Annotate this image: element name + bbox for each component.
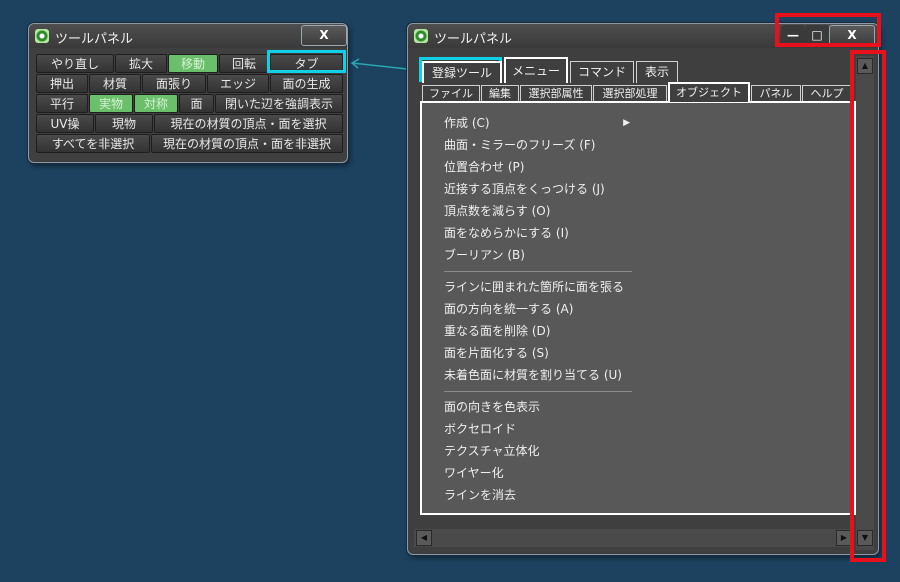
app-icon xyxy=(35,29,49,43)
menu-item-smooth[interactable]: 面をなめらかにする (I) xyxy=(444,223,569,243)
horizontal-scrollbar[interactable]: ◀ ▶ xyxy=(414,529,854,547)
zoom-button[interactable]: 拡大 xyxy=(115,54,167,73)
face-generate-button[interactable]: 面の生成 xyxy=(270,74,343,93)
face-fill-button[interactable]: 面張り xyxy=(142,74,206,93)
menu-item-create[interactable]: 作成 (C) ▶ xyxy=(444,113,630,133)
menu-item-align[interactable]: 位置合わせ (P) xyxy=(444,157,524,177)
left-tool-panel: ツールパネル X やり直し 拡大 移動 回転 タブ 押出 材質 面張り エッジ … xyxy=(28,23,348,163)
menu-item-boolean[interactable]: ブーリアン (B) xyxy=(444,245,525,265)
highlight-vertical-scrollbar xyxy=(850,50,886,562)
app-icon xyxy=(414,29,428,43)
menu-item-assign-material[interactable]: 未着色面に材質を割り当てる (U) xyxy=(444,365,622,385)
tab-registered-tools[interactable]: 登録ツール xyxy=(422,61,502,83)
menu-item-texture-3d[interactable]: テクスチャ立体化 xyxy=(444,441,540,461)
menu-item-wireframe[interactable]: ワイヤー化 xyxy=(444,463,504,483)
submenu-arrow-icon: ▶ xyxy=(623,118,630,128)
real-toggle[interactable]: 実物 xyxy=(89,94,133,113)
close-button[interactable]: X xyxy=(301,25,347,46)
extrude-button[interactable]: 押出 xyxy=(36,74,88,93)
tab-selection-attributes[interactable]: 選択部属性 xyxy=(520,85,592,102)
deselect-all-button[interactable]: すべてを非選択 xyxy=(36,134,150,153)
close-icon: X xyxy=(319,28,329,42)
tab-file[interactable]: ファイル xyxy=(422,85,480,102)
highlight-tab-button xyxy=(267,50,346,73)
tab-panel[interactable]: パネル xyxy=(751,85,801,102)
tab-menu[interactable]: メニュー xyxy=(504,57,568,83)
scroll-right-icon: ▶ xyxy=(840,533,848,542)
highlight-window-controls xyxy=(775,13,881,47)
menu-item-delete-overlapping[interactable]: 重なる面を削除 (D) xyxy=(444,321,550,341)
parallel-button[interactable]: 平行 xyxy=(36,94,88,113)
menu-item-merge-vertices[interactable]: 近接する頂点をくっつける (J) xyxy=(444,179,605,199)
menu-separator xyxy=(444,271,632,272)
tab-command[interactable]: コマンド xyxy=(570,61,634,83)
highlight-open-edges-button[interactable]: 閉いた辺を強調表示 xyxy=(215,94,343,113)
tab-help[interactable]: ヘルプ xyxy=(802,85,852,102)
menu-item-voxeloid[interactable]: ボクセロイド xyxy=(444,419,516,439)
uv-button[interactable]: UV操 xyxy=(36,114,94,133)
menu-item-erase-lines[interactable]: ラインを消去 xyxy=(444,485,516,505)
tab-edit[interactable]: 編集 xyxy=(481,85,519,102)
actual-button[interactable]: 現物 xyxy=(95,114,153,133)
menu-item-fill-enclosed[interactable]: ラインに囲まれた箇所に面を張る xyxy=(444,277,624,297)
deselect-current-material-button[interactable]: 現在の材質の頂点・面を非選択 xyxy=(151,134,343,153)
redo-button[interactable]: やり直し xyxy=(36,54,114,73)
menu-item-unify-normals[interactable]: 面の方向を統一する (A) xyxy=(444,299,573,319)
left-panel-titlebar[interactable]: ツールパネル X xyxy=(29,24,347,48)
menu-item-freeze[interactable]: 曲面・ミラーのフリーズ (F) xyxy=(444,135,595,155)
material-button[interactable]: 材質 xyxy=(89,74,141,93)
move-toggle[interactable]: 移動 xyxy=(168,54,218,73)
menu-item-reduce-vertices[interactable]: 頂点数を減らす (O) xyxy=(444,201,550,221)
right-tool-panel: ツールパネル — □ X 登録ツール メニュー コマンド 表示 ファイル 編集 … xyxy=(407,23,879,555)
scroll-left-icon: ◀ xyxy=(420,533,428,542)
left-panel-title: ツールパネル xyxy=(55,32,134,47)
edge-button[interactable]: エッジ xyxy=(207,74,269,93)
select-current-material-button[interactable]: 現在の材質の頂点・面を選択 xyxy=(154,114,343,133)
menu-item-single-sided[interactable]: 面を片面化する (S) xyxy=(444,343,549,363)
right-panel-title: ツールパネル xyxy=(434,32,513,47)
scroll-left-button[interactable]: ◀ xyxy=(416,530,432,546)
tab-object[interactable]: オブジェクト xyxy=(668,82,750,102)
tab-display[interactable]: 表示 xyxy=(636,61,678,83)
rotate-button[interactable]: 回転 xyxy=(219,54,269,73)
face-button[interactable]: 面 xyxy=(179,94,214,113)
object-menu-list: 作成 (C) ▶ 曲面・ミラーのフリーズ (F) 位置合わせ (P) 近接する頂… xyxy=(420,101,856,515)
tab-selection-processing[interactable]: 選択部処理 xyxy=(593,85,667,102)
menu-item-color-normals[interactable]: 面の向きを色表示 xyxy=(444,397,540,417)
symmetry-toggle[interactable]: 対称 xyxy=(134,94,178,113)
menu-separator xyxy=(444,391,632,392)
